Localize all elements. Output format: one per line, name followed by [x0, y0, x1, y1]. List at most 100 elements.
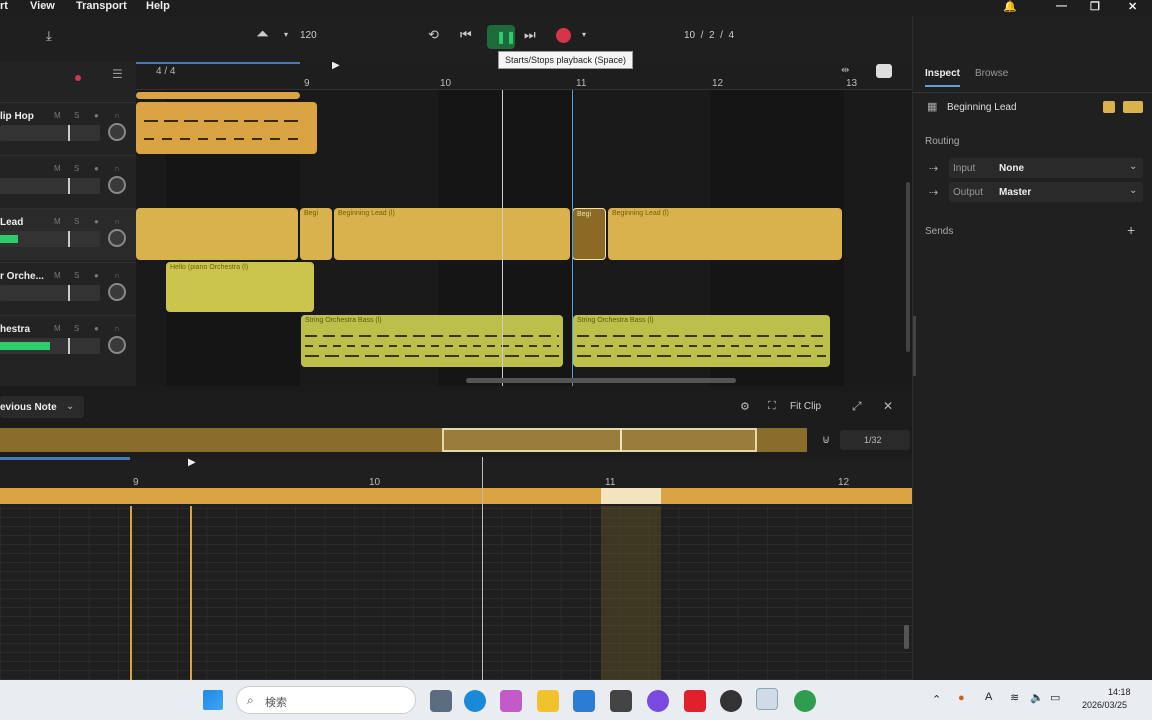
grid-select[interactable]: 1/32: [840, 430, 910, 450]
note-grid[interactable]: [0, 506, 912, 680]
clock-time[interactable]: 14:18: [1108, 687, 1131, 697]
output-select[interactable]: Output Master ⌄: [949, 182, 1143, 202]
editor-clip-bar[interactable]: [0, 488, 912, 504]
volume-fader[interactable]: [0, 285, 100, 301]
track-header[interactable]: r Orche... M S ● ∩: [0, 262, 136, 314]
record-arm-button[interactable]: ●: [94, 324, 99, 333]
record-dropdown-icon[interactable]: ▾: [582, 30, 586, 39]
metronome-dropdown-icon[interactable]: ▾: [284, 30, 288, 39]
fader-handle[interactable]: [68, 231, 70, 247]
skip-back-icon[interactable]: ⏮: [460, 27, 472, 43]
mute-button[interactable]: M: [54, 324, 61, 333]
close-window-button[interactable]: ✕: [1128, 0, 1137, 13]
track-name[interactable]: r Orche...: [0, 271, 44, 282]
fit-clip-button[interactable]: Fit Clip: [790, 401, 821, 412]
clip-lead-d[interactable]: Beginning Lead (l): [608, 208, 842, 260]
search-box[interactable]: ⌕ 検索: [236, 686, 416, 714]
monitor-button[interactable]: ∩: [114, 111, 120, 120]
menu-item-transport-partial[interactable]: rt: [0, 0, 8, 12]
pan-knob[interactable]: [108, 229, 126, 247]
track-header[interactable]: lip Hop M S ● ∩: [0, 102, 136, 154]
solo-button[interactable]: S: [74, 324, 79, 333]
playhead-marker-icon[interactable]: ▶: [332, 62, 340, 71]
clip-string-orchestra-a[interactable]: String Orchestra Bass (l): [301, 315, 563, 367]
monitor-button[interactable]: ∩: [114, 217, 120, 226]
maximize-button[interactable]: ❐: [1090, 0, 1100, 13]
app-icon[interactable]: [684, 690, 706, 712]
solo-button[interactable]: S: [74, 111, 79, 120]
volume-fader[interactable]: [0, 231, 100, 247]
close-editor-icon[interactable]: ✕: [883, 399, 893, 413]
mute-button[interactable]: M: [54, 111, 61, 120]
clip-lead-c-selected[interactable]: Begi: [572, 208, 606, 260]
track-header[interactable]: M S ● ∩: [0, 155, 136, 207]
track-header[interactable]: hestra M S ● ∩: [0, 315, 136, 367]
panel-resize-handle[interactable]: [913, 316, 916, 376]
app-icon[interactable]: [720, 690, 742, 712]
record-arm-button[interactable]: ●: [94, 271, 99, 280]
menu-item-transport[interactable]: Transport: [76, 0, 127, 12]
clip-piano-orchestra[interactable]: Hello (piano Orchestra (l): [166, 262, 314, 312]
volume-fader[interactable]: [0, 338, 100, 354]
store-icon[interactable]: [610, 690, 632, 712]
edge-icon[interactable]: [464, 690, 486, 712]
fader-handle[interactable]: [68, 178, 70, 194]
app-icon[interactable]: [647, 690, 669, 712]
fader-handle[interactable]: [68, 285, 70, 301]
mute-button[interactable]: M: [54, 217, 61, 226]
input-select[interactable]: Input None ⌄: [949, 158, 1143, 178]
file-explorer-icon[interactable]: [537, 690, 559, 712]
track-list-menu-icon[interactable]: ☰: [112, 67, 123, 81]
tempo-value[interactable]: 120: [300, 30, 317, 41]
pan-knob[interactable]: [108, 336, 126, 354]
mute-button[interactable]: M: [54, 164, 61, 173]
metronome-icon[interactable]: ⏶: [256, 26, 269, 44]
skip-forward-icon[interactable]: ⏭: [524, 27, 536, 43]
start-icon[interactable]: [203, 690, 223, 710]
clip-color-icon[interactable]: [1123, 101, 1143, 113]
clip-top-partial[interactable]: [136, 92, 300, 99]
mail-icon[interactable]: [573, 690, 595, 712]
clip-lead-b[interactable]: Beginning Lead (l): [334, 208, 570, 260]
expand-icon[interactable]: ⤢: [852, 399, 862, 414]
position-display[interactable]: 10 / 2 / 4: [684, 30, 734, 41]
editor-scrollbar[interactable]: [904, 625, 909, 649]
volume-fader[interactable]: [0, 125, 100, 141]
monitor-button[interactable]: ∩: [114, 271, 120, 280]
copilot-icon[interactable]: [500, 690, 522, 712]
ime-icon[interactable]: A: [985, 691, 992, 703]
active-app-icon[interactable]: [756, 688, 778, 710]
wifi-icon[interactable]: ≋: [1010, 691, 1019, 704]
play-pause-button[interactable]: ❚❚: [487, 25, 516, 49]
settings-icon[interactable]: ⚙: [740, 400, 750, 413]
loop-range-bar[interactable]: [136, 62, 300, 64]
record-arm-button[interactable]: ●: [94, 111, 99, 120]
arrangement-view[interactable]: 4 / 4 ▶ 9 10 11 12 13 ⇹ Begi Beginning L…: [136, 62, 912, 386]
clip-string-orchestra-b[interactable]: String Orchestra Bass (l): [573, 315, 830, 367]
tray-chevron-icon[interactable]: ⌃: [932, 693, 941, 706]
monitor-button[interactable]: ∩: [114, 164, 120, 173]
clock-date[interactable]: 2026/03/25: [1082, 700, 1127, 710]
fader-handle[interactable]: [68, 125, 70, 141]
fader-handle[interactable]: [68, 338, 70, 354]
loop-icon[interactable]: ⟲: [428, 27, 439, 43]
track-name[interactable]: lip Hop: [0, 111, 34, 122]
piano-roll[interactable]: ▶ 9 10 11 12: [0, 457, 912, 680]
menu-item-help[interactable]: Help: [146, 0, 170, 12]
record-arm-button[interactable]: ●: [94, 217, 99, 226]
volume-fader[interactable]: [0, 178, 100, 194]
add-send-icon[interactable]: +: [1127, 222, 1135, 238]
chrome-icon[interactable]: [794, 690, 816, 712]
export-icon[interactable]: ⤓: [46, 28, 52, 44]
solo-button[interactable]: S: [74, 271, 79, 280]
tab-inspect[interactable]: Inspect: [925, 68, 961, 87]
track-header[interactable]: Lead M S ● ∩: [0, 208, 136, 260]
record-button[interactable]: [556, 28, 571, 43]
clip-lead-a[interactable]: Begi: [300, 208, 332, 260]
task-view-icon[interactable]: [430, 690, 452, 712]
notification-bell-icon[interactable]: 🔔: [1003, 0, 1017, 13]
overview-viewport[interactable]: [442, 428, 757, 452]
pan-knob[interactable]: [108, 283, 126, 301]
clip-lead-start[interactable]: [136, 208, 298, 260]
record-arm-all-icon[interactable]: [75, 75, 81, 81]
